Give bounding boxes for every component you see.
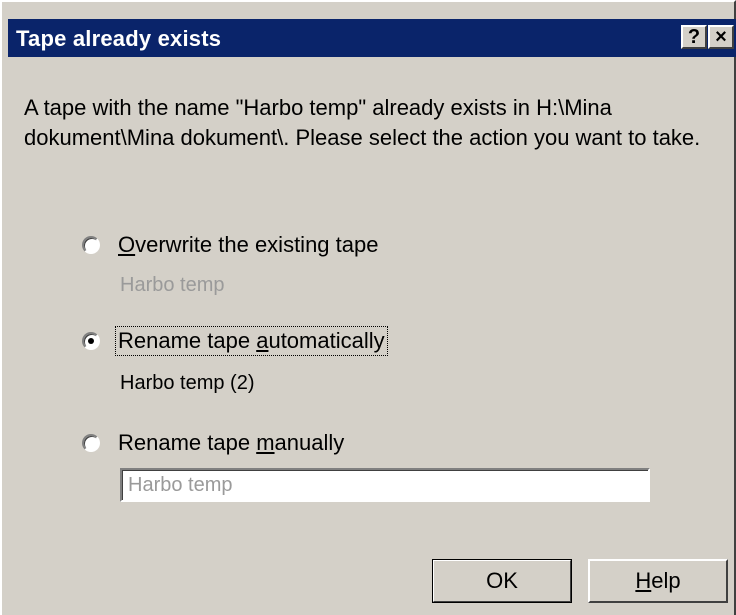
tape-exists-dialog: Tape already exists ? × A tape with the … bbox=[0, 0, 736, 615]
option-overwrite[interactable]: Overwrite the existing tape bbox=[82, 231, 380, 259]
auto-tape-name: Harbo temp (2) bbox=[120, 372, 255, 394]
help-button[interactable]: Help bbox=[588, 559, 728, 603]
question-mark-icon: ? bbox=[687, 26, 701, 48]
radio-rename-manually[interactable] bbox=[82, 434, 100, 452]
title-bar[interactable]: Tape already exists ? × bbox=[8, 19, 736, 57]
dialog-title: Tape already exists bbox=[16, 26, 222, 51]
option-rename-manually[interactable]: Rename tape manually bbox=[82, 429, 346, 457]
ok-button[interactable]: OK bbox=[432, 559, 572, 603]
dialog-message: A tape with the name "Harbo temp" alread… bbox=[24, 95, 701, 150]
option-overwrite-label[interactable]: Overwrite the existing tape bbox=[116, 231, 380, 259]
close-button[interactable]: × bbox=[708, 25, 734, 49]
option-rename-automatically-label[interactable]: Rename tape automatically bbox=[115, 326, 388, 356]
context-help-button[interactable]: ? bbox=[681, 25, 707, 49]
radio-overwrite[interactable] bbox=[82, 236, 100, 254]
overwrite-tape-name: Harbo temp bbox=[120, 274, 225, 296]
manual-name-input[interactable]: Harbo temp bbox=[120, 468, 650, 502]
option-rename-manually-label[interactable]: Rename tape manually bbox=[116, 429, 346, 457]
close-icon: × bbox=[715, 26, 727, 48]
radio-rename-automatically[interactable] bbox=[82, 332, 100, 350]
option-rename-automatically[interactable]: Rename tape automatically bbox=[82, 326, 388, 356]
